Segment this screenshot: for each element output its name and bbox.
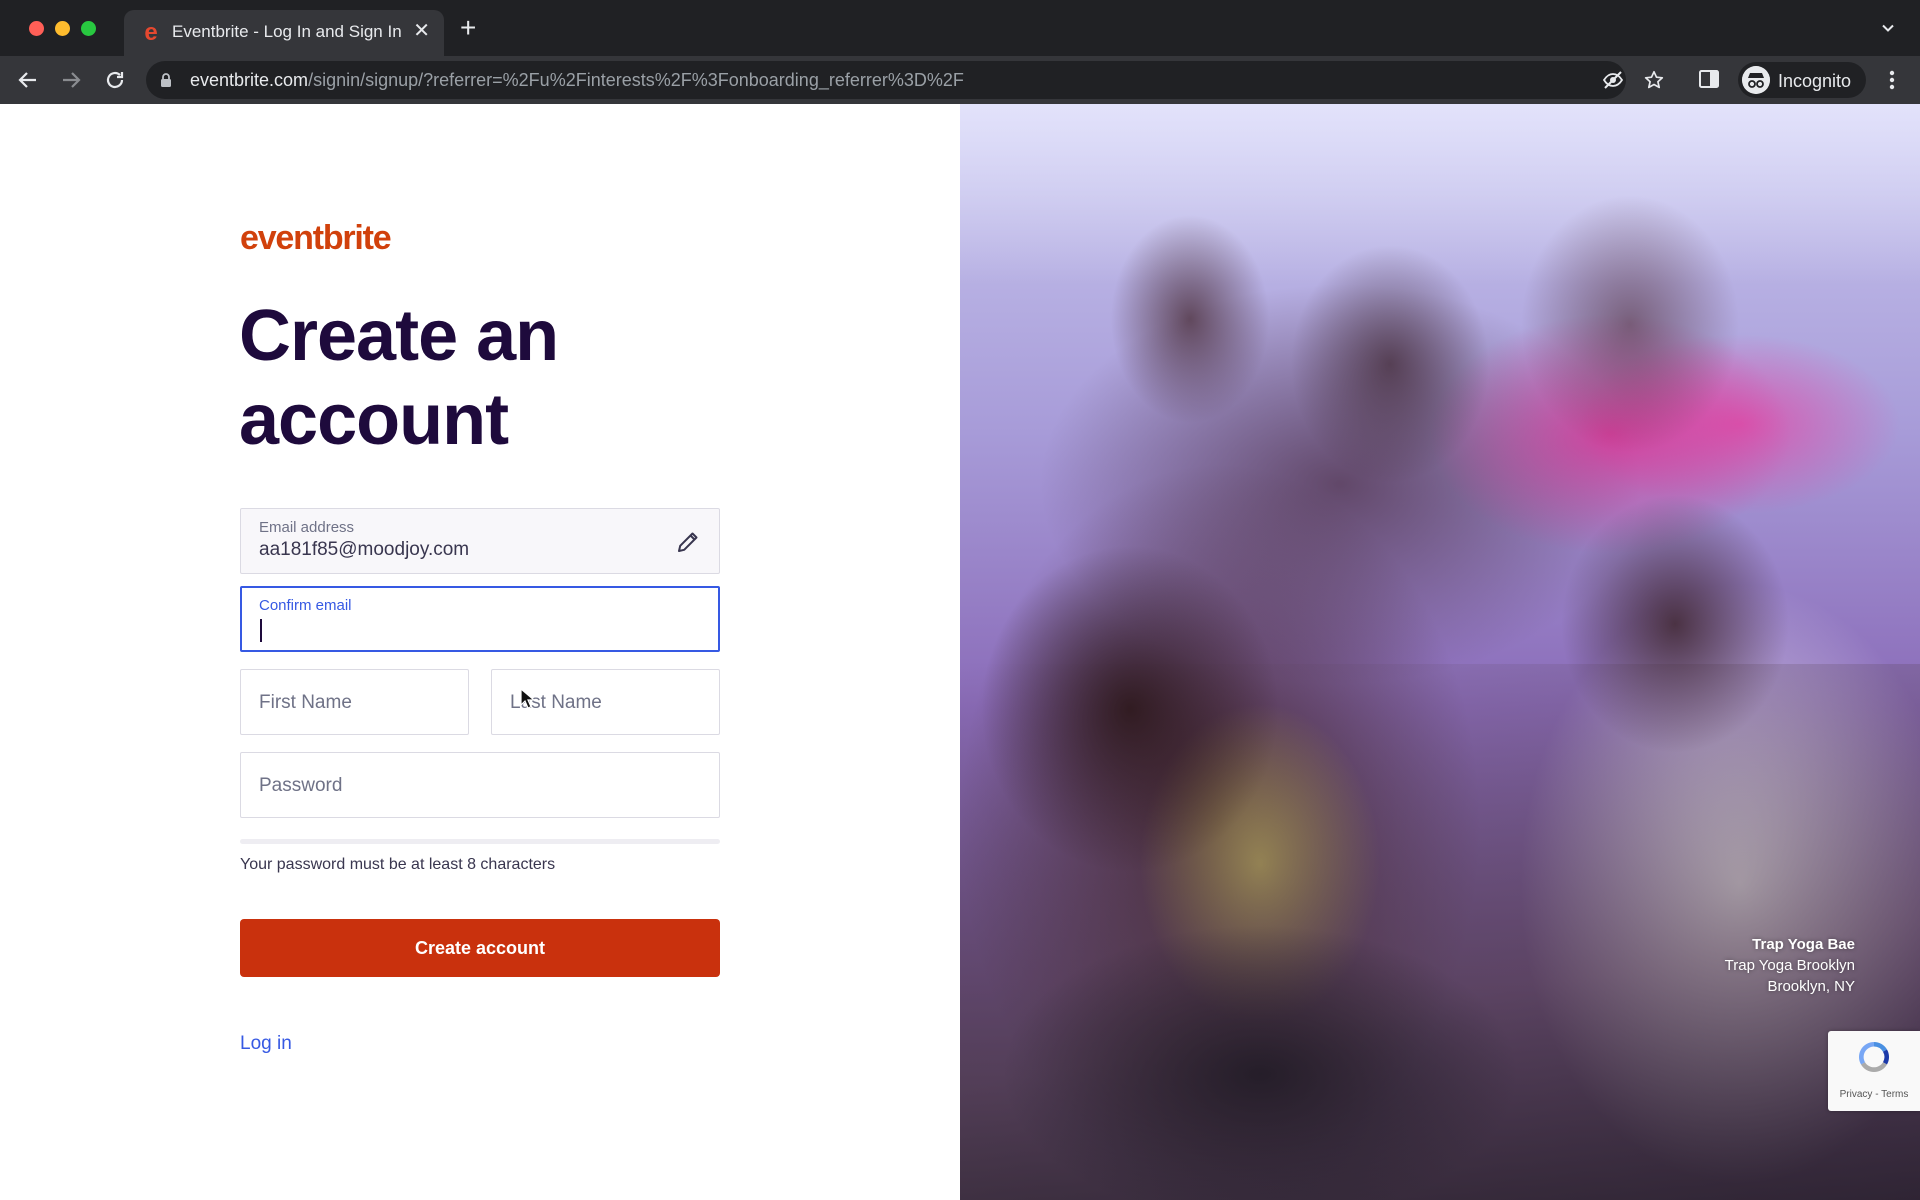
window-zoom-button[interactable] xyxy=(81,21,96,36)
recaptcha-icon xyxy=(1858,1042,1890,1073)
email-value: aa181f85@moodjoy.com xyxy=(259,539,470,560)
lock-icon[interactable] xyxy=(160,72,172,88)
eye-off-icon[interactable] xyxy=(1602,70,1624,90)
incognito-label: Incognito xyxy=(1778,71,1852,91)
star-icon[interactable] xyxy=(1644,70,1664,90)
email-label: Email address xyxy=(259,519,355,536)
kebab-menu-icon[interactable] xyxy=(1882,68,1902,92)
photo-caption: Trap Yoga Bae Trap Yoga Brooklyn Brookly… xyxy=(1725,934,1855,997)
recaptcha-links[interactable]: Privacy - Terms xyxy=(1828,1089,1920,1100)
email-field[interactable]: Email address aa181f85@moodjoy.com xyxy=(240,508,720,574)
page-viewport: eventbrite Create an account Email addre… xyxy=(0,104,1920,1200)
photo-person xyxy=(1520,194,1740,454)
tab-search-chevron-icon[interactable] xyxy=(1880,20,1896,36)
log-in-link[interactable]: Log in xyxy=(240,1033,292,1055)
photo-person xyxy=(1560,494,1790,754)
eventbrite-favicon-icon: e xyxy=(144,19,158,46)
password-strength-bar xyxy=(240,839,720,844)
photo-person xyxy=(980,544,1280,874)
tab-title: Eventbrite - Log In and Sign In xyxy=(172,22,402,41)
incognito-icon xyxy=(1742,66,1770,94)
page-title: Create an account xyxy=(239,296,559,460)
browser-toolbar: eventbrite.com/signin/signup/?referrer=%… xyxy=(0,56,1920,104)
text-caret xyxy=(260,619,262,642)
pencil-icon[interactable] xyxy=(675,529,701,555)
window-minimize-button[interactable] xyxy=(55,21,70,36)
confirm-email-label: Confirm email xyxy=(259,597,352,614)
browser-tab-active[interactable]: e Eventbrite - Log In and Sign In ✕ xyxy=(124,10,444,56)
password-field[interactable]: Password xyxy=(240,752,720,818)
incognito-profile-button[interactable]: Incognito xyxy=(1738,62,1866,98)
caption-name: Trap Yoga Bae xyxy=(1752,936,1855,953)
first-name-placeholder: First Name xyxy=(259,692,352,713)
reload-icon[interactable] xyxy=(103,68,127,92)
hero-photo: Trap Yoga Bae Trap Yoga Brooklyn Brookly… xyxy=(960,104,1920,1200)
confirm-email-field[interactable]: Confirm email xyxy=(240,586,720,652)
window-close-button[interactable] xyxy=(29,21,44,36)
signup-panel: eventbrite Create an account Email addre… xyxy=(0,104,960,1200)
recaptcha-badge[interactable]: Privacy - Terms xyxy=(1828,1031,1920,1111)
caption-location: Brooklyn, NY xyxy=(1767,978,1855,995)
first-name-field[interactable]: First Name xyxy=(240,669,469,735)
hero-wall-light xyxy=(960,104,1920,284)
password-placeholder: Password xyxy=(259,775,343,796)
password-hint: Your password must be at least 8 charact… xyxy=(240,856,556,873)
caption-org: Trap Yoga Brooklyn xyxy=(1724,957,1855,974)
address-bar[interactable]: eventbrite.com/signin/signup/?referrer=%… xyxy=(146,61,1664,99)
photo-person xyxy=(1290,244,1490,484)
create-account-button[interactable]: Create account xyxy=(240,919,720,977)
url-text[interactable]: eventbrite.com/signin/signup/?referrer=%… xyxy=(190,70,964,91)
side-panel-icon[interactable] xyxy=(1698,68,1720,90)
forward-arrow-icon[interactable] xyxy=(59,68,83,92)
new-tab-button[interactable]: + xyxy=(460,14,476,42)
eventbrite-logo[interactable]: eventbrite xyxy=(240,218,392,258)
tab-close-icon[interactable]: ✕ xyxy=(413,20,430,42)
photo-person xyxy=(1110,214,1270,424)
browser-tab-strip: e Eventbrite - Log In and Sign In ✕ + xyxy=(0,0,1920,56)
mouse-cursor-icon xyxy=(520,688,536,709)
back-arrow-icon[interactable] xyxy=(16,68,40,92)
